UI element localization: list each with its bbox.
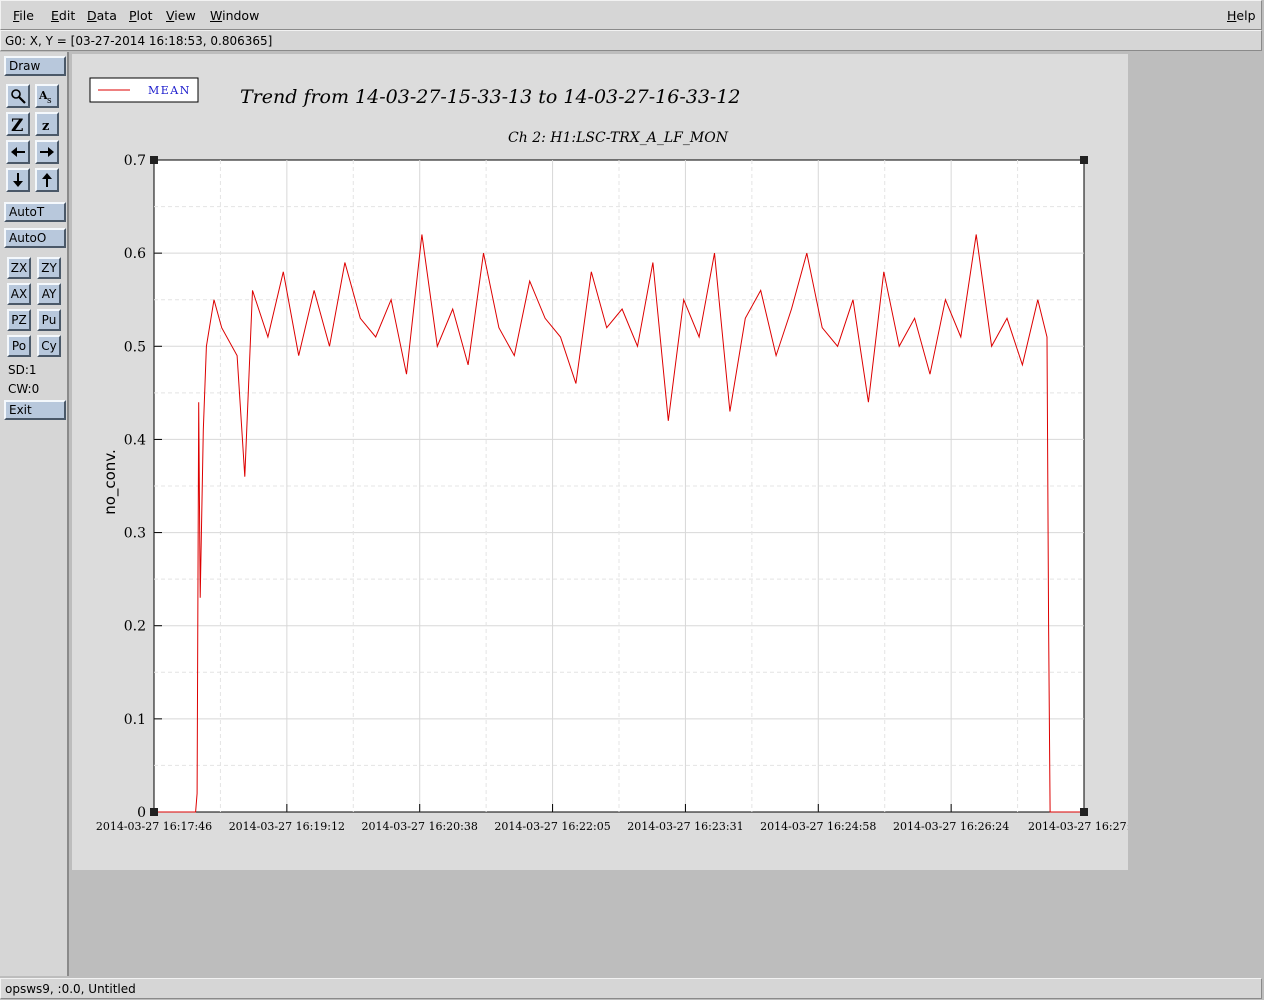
pu-button[interactable]: Pu	[37, 309, 61, 331]
auto-o-button[interactable]: AutoO	[4, 228, 66, 248]
y-axis-label: no_conv.	[101, 449, 120, 515]
zoom-in-Z-icon[interactable]: Z	[6, 112, 30, 136]
legend-label: MEAN	[148, 84, 191, 97]
corner-handle-br[interactable]	[1080, 808, 1088, 816]
menu-plot[interactable]: Plot	[129, 8, 153, 23]
zy-button[interactable]: ZY	[37, 257, 61, 279]
menu-bar: File Edit Data Plot View Window Help	[0, 0, 1262, 30]
x-tick-label: 2014-03-27 16:24:58	[760, 820, 876, 833]
pan-down-arrow-icon[interactable]	[6, 168, 30, 192]
status-bar: opsws9, :0.0, Untitled	[0, 978, 1262, 999]
pan-up-arrow-icon[interactable]	[35, 168, 59, 192]
chart-subtitle: Ch 2: H1:LSC-TRX_A_LF_MON	[508, 130, 729, 146]
draw-button[interactable]: Draw	[4, 56, 66, 76]
y-tick-label: 0.7	[124, 153, 146, 169]
trend-chart: MEAN Trend from 14-03-27-15-33-13 to 14-…	[89, 77, 1144, 833]
coordinate-readout: G0: X, Y = [03-27-2014 16:18:53, 0.80636…	[0, 30, 1262, 51]
menu-window[interactable]: Window	[210, 8, 259, 23]
pz-button[interactable]: PZ	[7, 309, 31, 331]
menu-help[interactable]: Help	[1227, 8, 1256, 23]
text-annotation-icon[interactable]: As	[35, 84, 59, 108]
x-tick-label: 2014-03-27 16:23:31	[627, 820, 743, 833]
svg-text:s: s	[47, 96, 52, 104]
y-tick-label: 0.5	[124, 339, 146, 355]
menu-data[interactable]: Data	[87, 8, 117, 23]
sd-label: SD:1	[8, 363, 37, 377]
chart-title: Trend from 14-03-27-15-33-13 to 14-03-27…	[240, 86, 741, 108]
cw-label: CW:0	[8, 382, 40, 396]
corner-handle-tl[interactable]	[150, 156, 158, 164]
pan-left-arrow-icon[interactable]	[6, 140, 30, 164]
zx-button[interactable]: ZX	[7, 257, 31, 279]
x-tick-label: 2014-03-27 16:20:38	[362, 820, 478, 833]
tool-panel: Draw As Z z AutoT AutoO ZX ZY AX AY PZ P…	[0, 52, 69, 976]
pan-right-arrow-icon[interactable]	[35, 140, 59, 164]
menu-edit[interactable]: Edit	[51, 8, 75, 23]
x-tick-label: 2014-03-27 16:19:12	[229, 820, 345, 833]
x-tick-label: 2014-03-27 16:22:05	[494, 820, 610, 833]
y-tick-label: 0.3	[124, 526, 146, 542]
x-tick-label: 2014-03-27 16:26:24	[893, 820, 1009, 833]
menu-view[interactable]: View	[166, 8, 196, 23]
ax-button[interactable]: AX	[7, 283, 31, 305]
x-tick-label: 2014-03-27 16:27:50	[1028, 820, 1128, 833]
svg-text:Z: Z	[11, 116, 23, 132]
po-button[interactable]: Po	[7, 335, 31, 357]
exit-button[interactable]: Exit	[4, 400, 66, 420]
x-tick-label: 2014-03-27 16:17:46	[96, 820, 212, 833]
auto-t-button[interactable]: AutoT	[4, 202, 66, 222]
y-tick-label: 0.1	[124, 712, 146, 728]
corner-handle-bl[interactable]	[150, 808, 158, 816]
ay-button[interactable]: AY	[37, 283, 61, 305]
plot-pad[interactable]: MEAN Trend from 14-03-27-15-33-13 to 14-…	[72, 54, 1144, 870]
zoom-magnifier-icon[interactable]	[6, 84, 30, 108]
menu-file[interactable]: File	[13, 8, 34, 23]
y-tick-label: 0.4	[124, 432, 146, 448]
corner-handle-tr[interactable]	[1080, 156, 1088, 164]
zoom-out-z-icon[interactable]: z	[35, 112, 59, 136]
svg-text:z: z	[42, 119, 49, 132]
cy-button[interactable]: Cy	[37, 335, 61, 357]
y-tick-label: 0.2	[124, 619, 146, 635]
y-tick-label: 0.6	[124, 246, 146, 262]
y-tick-label: 0	[137, 805, 146, 821]
